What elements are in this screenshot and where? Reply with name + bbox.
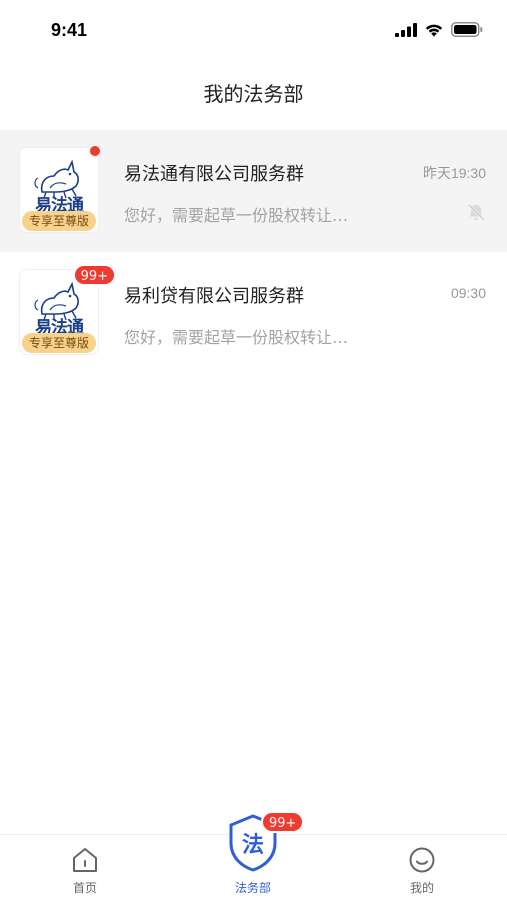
chat-preview: 您好，需要起草一份股权转让…	[124, 328, 349, 347]
chat-time: 昨天19:30	[422, 165, 486, 181]
bell-mute-icon	[468, 204, 485, 221]
chat-name: 易法通有限公司服务群	[124, 164, 304, 185]
avatar-tag: 专享至尊版	[22, 211, 96, 231]
avatar: 易法通 专享至尊版	[20, 144, 102, 232]
avatar-tag: 专享至尊版	[22, 333, 96, 353]
tab-label: 法务部	[234, 881, 271, 895]
chat-item[interactable]: 易法通 专享至尊版 易法通有限公司服务群 昨天19:30 您好，需要起草一份股权…	[0, 130, 507, 252]
wifi-icon	[425, 24, 443, 37]
signal-icon	[395, 22, 417, 37]
chat-preview: 您好，需要起草一份股权转让…	[124, 206, 349, 225]
avatar: 易法通 专享至尊版 99+	[20, 264, 116, 354]
tab-mine[interactable]: 我的	[362, 835, 482, 900]
home-icon	[73, 848, 97, 872]
tab-unread-badge: 99+	[261, 811, 305, 833]
page-title: 我的法务部	[203, 82, 304, 106]
tab-home[interactable]: 首页	[25, 835, 145, 900]
tab-law-department[interactable]: 法 法务部	[193, 814, 313, 900]
chat-list: 易法通 专享至尊版 易法通有限公司服务群 昨天19:30 您好，需要起草一份股权…	[0, 130, 507, 374]
tab-bar: 首页 法 法务部 我的	[0, 814, 507, 900]
chat-time: 09:30	[450, 285, 486, 301]
battery-icon	[451, 22, 483, 37]
tab-label: 首页	[72, 881, 97, 895]
status-icons	[395, 22, 483, 37]
status-bar: 9:41	[0, 0, 507, 60]
unread-count-badge: 99+	[72, 264, 116, 286]
status-time: 9:41	[51, 20, 88, 40]
law-glyph: 法	[242, 833, 264, 858]
unread-dot	[88, 144, 102, 158]
chat-name: 易利贷有限公司服务群	[124, 286, 304, 307]
chat-item[interactable]: 易法通 专享至尊版 99+ 易利贷有限公司服务群 09:30 您好，需要起草一份…	[0, 252, 507, 374]
tab-label: 我的	[409, 881, 434, 895]
smile-icon	[409, 847, 435, 873]
